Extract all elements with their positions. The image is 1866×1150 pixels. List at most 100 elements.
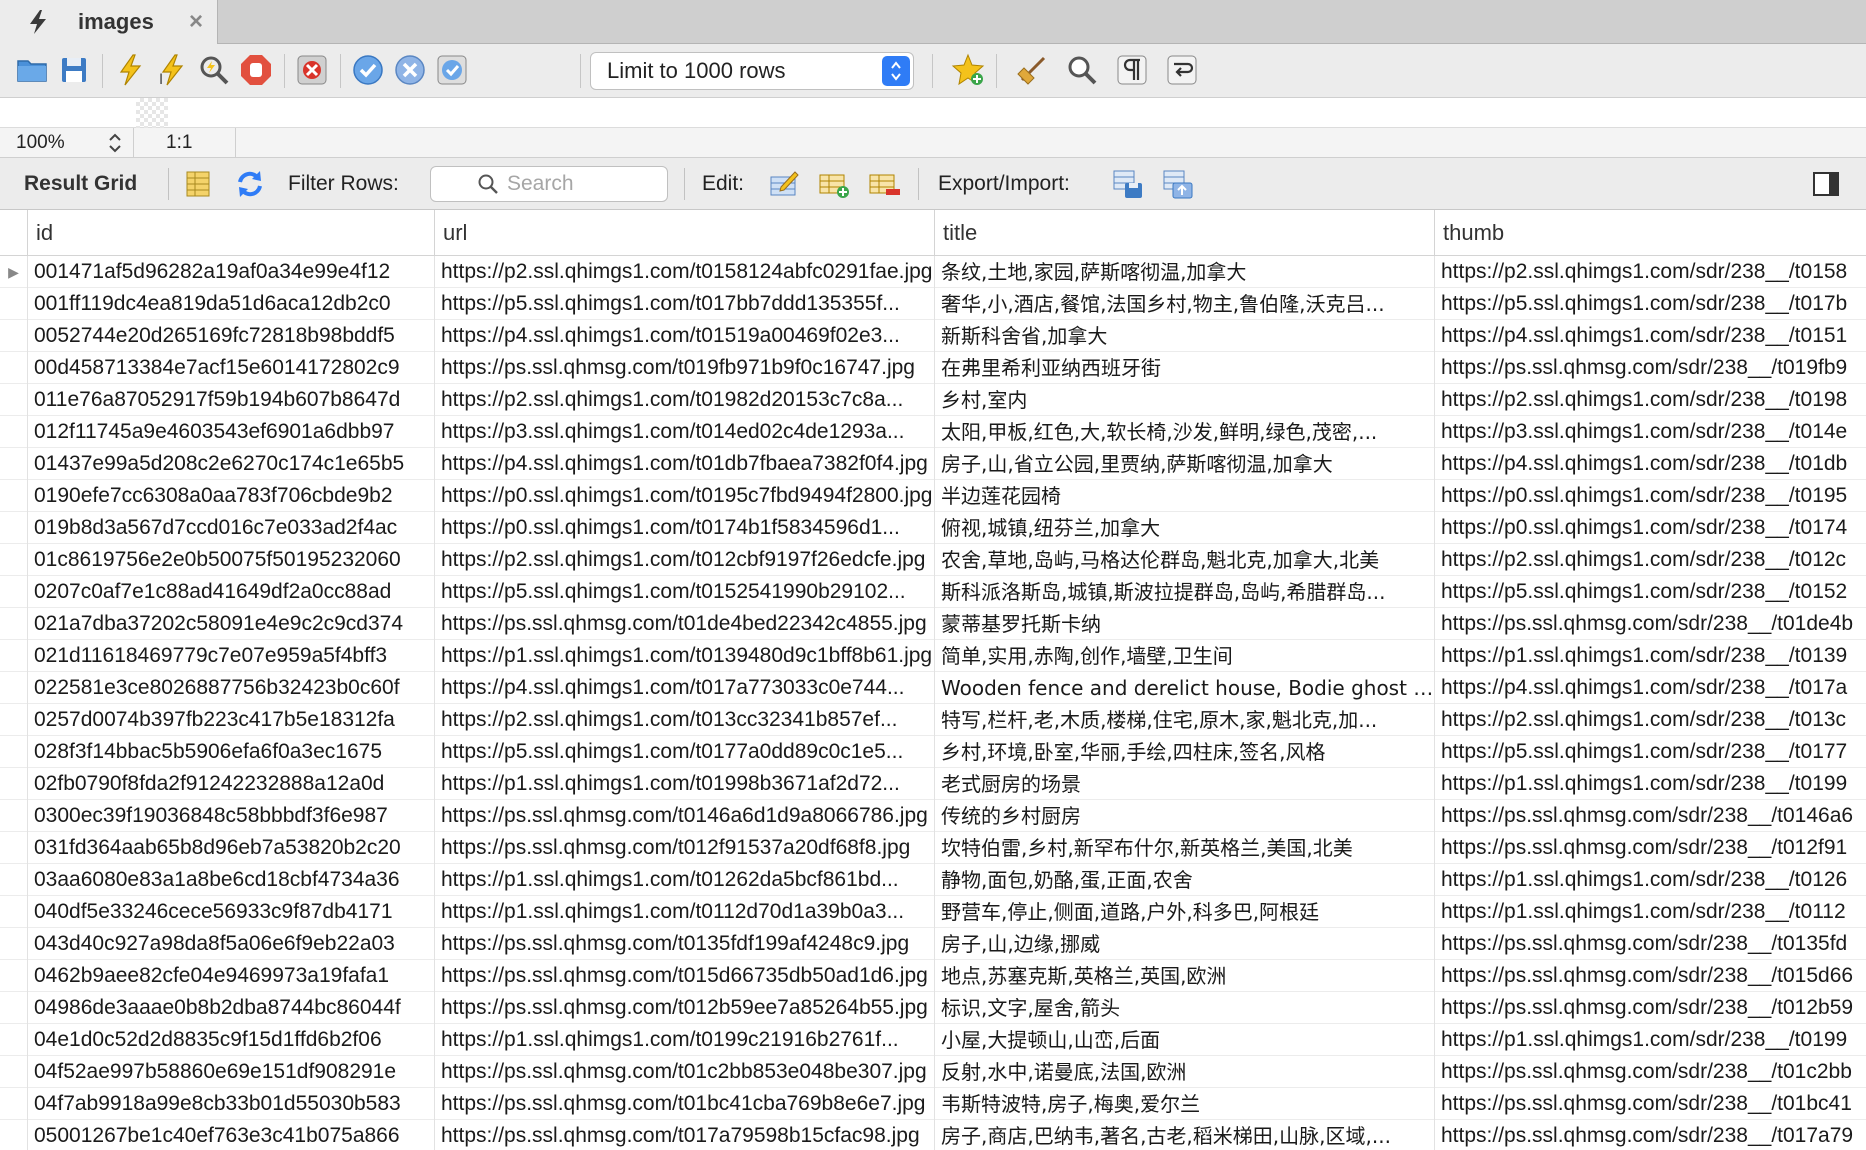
cell-thumb[interactable]: https://p4.ssl.qhimgs1.com/sdr/238__/t01… [1435,320,1866,352]
table-row[interactable]: 0257d0074b397fb223c417b5e18312fa https://… [0,704,1866,736]
edit-row-icon[interactable] [766,166,802,202]
cell-title[interactable]: 房子,山,省立公园,里贾纳,萨斯喀彻温,加拿大 [935,448,1435,480]
add-snippet-star-icon[interactable] [948,50,988,90]
cell-id[interactable]: 02fb0790f8fda2f91242232888a12a0d [28,768,435,800]
cell-thumb[interactable]: https://ps.ssl.qhmsg.com/sdr/238__/t01bc… [1435,1088,1866,1120]
cell-url[interactable]: https://p2.ssl.qhimgs1.com/t013cc32341b8… [435,704,935,736]
cell-url[interactable]: https://p2.ssl.qhimgs1.com/t0158124abfc0… [435,256,935,288]
cell-title[interactable]: Wooden fence and derelict house, Bodie g… [935,672,1435,704]
cell-thumb[interactable]: https://ps.ssl.qhmsg.com/sdr/238__/t017a… [1435,1120,1866,1150]
cell-id[interactable]: 019b8d3a567d7ccd016c7e033ad2f4ac [28,512,435,544]
cell-url[interactable]: https://p1.ssl.qhimgs1.com/t01998b3671af… [435,768,935,800]
filter-search-input[interactable] [507,172,657,196]
cell-title[interactable]: 在弗里希利亚纳西班牙街 [935,352,1435,384]
table-row[interactable]: ▶ 001471af5d96282a19af0a34e99e4f12 https:/… [0,256,1866,288]
wrap-lines-icon[interactable] [1162,50,1202,90]
table-row[interactable]: 04986de3aaae0b8b2dba8744bc86044f https://… [0,992,1866,1024]
explain-icon[interactable] [194,50,234,90]
cell-title[interactable]: 野营车,停止,侧面,道路,户外,科多巴,阿根廷 [935,896,1435,928]
table-row[interactable]: 021d11618469779c7e07e959a5f4bff3 https://… [0,640,1866,672]
cell-url[interactable]: https://ps.ssl.qhmsg.com/t017a79598b15cf… [435,1120,935,1150]
execute-icon[interactable] [110,50,150,90]
open-folder-icon[interactable] [12,50,52,90]
cell-id[interactable]: 0207c0af7e1c88ad41649df2a0cc88ad [28,576,435,608]
cell-thumb[interactable]: https://p2.ssl.qhimgs1.com/sdr/238__/t01… [1435,544,1866,576]
cell-id[interactable]: 01c8619756e2e0b50075f50195232060 [28,544,435,576]
cell-title[interactable]: 坎特伯雷,乡村,新罕布什尔,新英格兰,美国,北美 [935,832,1435,864]
cell-title[interactable]: 标识,文字,屋舍,箭头 [935,992,1435,1024]
cell-title[interactable]: 乡村,环境,卧室,华丽,手绘,四柱床,签名,风格 [935,736,1435,768]
cell-id[interactable]: 022581e3ce8026887756b32423b0c60f [28,672,435,704]
cell-url[interactable]: https://p4.ssl.qhimgs1.com/t01db7fbaea73… [435,448,935,480]
table-row[interactable]: 05001267be1c40ef763e3c41b075a866 https://… [0,1120,1866,1150]
beautify-broom-icon[interactable] [1012,50,1052,90]
cell-id[interactable]: 05001267be1c40ef763e3c41b075a866 [28,1120,435,1150]
cell-title[interactable]: 小屋,大提顿山,山峦,后面 [935,1024,1435,1056]
cell-thumb[interactable]: https://p1.ssl.qhimgs1.com/sdr/238__/t01… [1435,640,1866,672]
table-row[interactable]: 031fd364aab65b8d96eb7a53820b2c20 https://… [0,832,1866,864]
cell-thumb[interactable]: https://p0.ssl.qhimgs1.com/sdr/238__/t01… [1435,480,1866,512]
table-row[interactable]: 03aa6080e83a1a8be6cd18cbf4734a36 https://… [0,864,1866,896]
rollback-icon[interactable] [390,50,430,90]
cell-id[interactable]: 001471af5d96282a19af0a34e99e4f12 [28,256,435,288]
cell-url[interactable]: https://p1.ssl.qhimgs1.com/t0199c21916b2… [435,1024,935,1056]
cell-id[interactable]: 028f3f14bbac5b5906efa6f0a3ec1675 [28,736,435,768]
cell-title[interactable]: 新斯科舍省,加拿大 [935,320,1435,352]
cell-title[interactable]: 传统的乡村厨房 [935,800,1435,832]
cell-url[interactable]: https://p4.ssl.qhimgs1.com/t017a773033c0… [435,672,935,704]
cell-thumb[interactable]: https://ps.ssl.qhmsg.com/sdr/238__/t012f… [1435,832,1866,864]
table-row[interactable]: 021a7dba37202c58091e4e9c2c9cd374 https://… [0,608,1866,640]
cell-thumb[interactable]: https://p1.ssl.qhimgs1.com/sdr/238__/t01… [1435,1024,1866,1056]
cell-url[interactable]: https://ps.ssl.qhmsg.com/t0146a6d1d9a806… [435,800,935,832]
cell-id[interactable]: 021d11618469779c7e07e959a5f4bff3 [28,640,435,672]
table-row[interactable]: 0300ec39f19036848c58bbbdf3f6e987 https://… [0,800,1866,832]
cell-url[interactable]: https://ps.ssl.qhmsg.com/t019fb971b9f0c1… [435,352,935,384]
cell-thumb[interactable]: https://ps.ssl.qhmsg.com/sdr/238__/t012b… [1435,992,1866,1024]
cell-id[interactable]: 04e1d0c52d2d8835c9f15d1ffd6b2f06 [28,1024,435,1056]
cell-thumb[interactable]: https://p2.ssl.qhimgs1.com/sdr/238__/t01… [1435,704,1866,736]
cell-title[interactable]: 房子,商店,巴纳韦,著名,古老,稻米梯田,山脉,区域,... [935,1120,1435,1150]
grid-layout-icon[interactable] [180,166,216,202]
cell-url[interactable]: https://ps.ssl.qhmsg.com/t01de4bed22342c… [435,608,935,640]
cell-id[interactable]: 04986de3aaae0b8b2dba8744bc86044f [28,992,435,1024]
cell-thumb[interactable]: https://ps.ssl.qhmsg.com/sdr/238__/t0135… [1435,928,1866,960]
cell-title[interactable]: 太阳,甲板,红色,大,软长椅,沙发,鲜明,绿色,茂密,... [935,416,1435,448]
insert-row-icon[interactable] [816,166,852,202]
column-header-url[interactable]: url [435,210,935,256]
stop-icon[interactable] [236,50,276,90]
cell-id[interactable]: 01437e99a5d208c2e6270c174c1e65b5 [28,448,435,480]
stop-on-error-icon[interactable] [292,50,332,90]
cell-title[interactable]: 老式厨房的场景 [935,768,1435,800]
table-row[interactable]: 0207c0af7e1c88ad41649df2a0cc88ad https://… [0,576,1866,608]
cell-title[interactable]: 乡村,室内 [935,384,1435,416]
cell-thumb[interactable]: https://ps.ssl.qhmsg.com/sdr/238__/t019f… [1435,352,1866,384]
toggle-panel-icon[interactable] [1808,166,1844,202]
cell-title[interactable]: 奢华,小,酒店,餐馆,法国乡村,物主,鲁伯隆,沃克吕... [935,288,1435,320]
refresh-icon[interactable] [232,166,268,202]
cell-thumb[interactable]: https://p3.ssl.qhimgs1.com/sdr/238__/t01… [1435,416,1866,448]
cell-id[interactable]: 040df5e33246cece56933c9f87db4171 [28,896,435,928]
table-row[interactable]: 040df5e33246cece56933c9f87db4171 https://… [0,896,1866,928]
cell-id[interactable]: 0052744e20d265169fc72818b98bddf5 [28,320,435,352]
table-row[interactable]: 028f3f14bbac5b5906efa6f0a3ec1675 https://… [0,736,1866,768]
cell-thumb[interactable]: https://p4.ssl.qhimgs1.com/sdr/238__/t01… [1435,672,1866,704]
table-row[interactable]: 001ff119dc4ea819da51d6aca12db2c0 https://… [0,288,1866,320]
cell-title[interactable]: 特写,栏杆,老,木质,楼梯,住宅,原木,家,魁北克,加... [935,704,1435,736]
cell-thumb[interactable]: https://ps.ssl.qhmsg.com/sdr/238__/t01c2… [1435,1056,1866,1088]
autocommit-icon[interactable] [432,50,472,90]
cell-id[interactable]: 021a7dba37202c58091e4e9c2c9cd374 [28,608,435,640]
cell-url[interactable]: https://p1.ssl.qhimgs1.com/t01262da5bcf8… [435,864,935,896]
table-row[interactable]: 022581e3ce8026887756b32423b0c60f https://… [0,672,1866,704]
cell-title[interactable]: 半边莲花园椅 [935,480,1435,512]
column-header-title[interactable]: title [935,210,1435,256]
cell-thumb[interactable]: https://p1.ssl.qhimgs1.com/sdr/238__/t01… [1435,864,1866,896]
cell-url[interactable]: https://ps.ssl.qhmsg.com/t012f91537a20df… [435,832,935,864]
table-row[interactable]: 04f52ae997b58860e69e151df908291e https://… [0,1056,1866,1088]
cell-url[interactable]: https://p3.ssl.qhimgs1.com/t014ed02c4de1… [435,416,935,448]
table-row[interactable]: 019b8d3a567d7ccd016c7e033ad2f4ac https://… [0,512,1866,544]
cell-url[interactable]: https://ps.ssl.qhmsg.com/t01c2bb853e048b… [435,1056,935,1088]
zoom-stepper[interactable]: 100% [0,128,134,158]
export-icon[interactable] [1110,166,1146,202]
cell-title[interactable]: 条纹,土地,家园,萨斯喀彻温,加拿大 [935,256,1435,288]
cell-id[interactable]: 043d40c927a98da8f5a06e6f9eb22a03 [28,928,435,960]
